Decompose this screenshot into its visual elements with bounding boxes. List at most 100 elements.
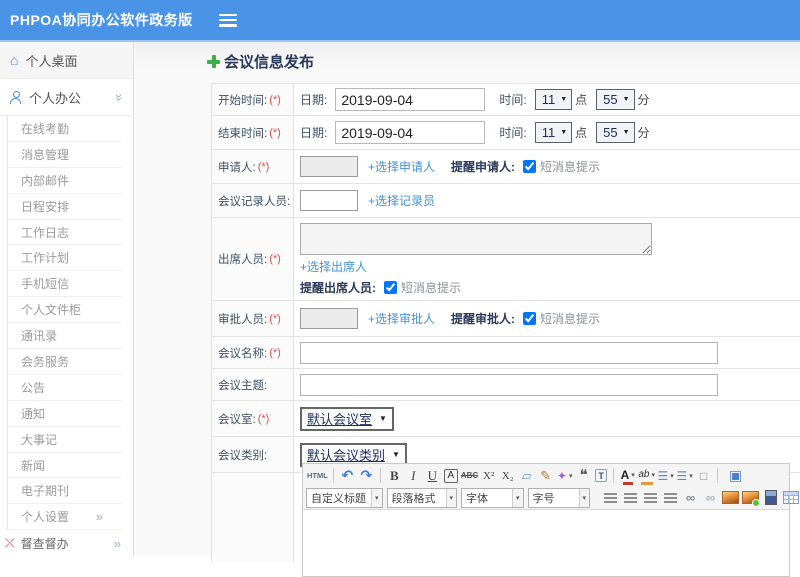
choose-attendees-link[interactable]: +选择出席人 [300,258,367,275]
caret-down-icon: ▼ [560,96,568,103]
end-hour-select[interactable]: 11 ▼ [534,122,573,143]
align-right-icon[interactable] [641,488,660,508]
time-label: 时间: [499,126,527,140]
form-row-content-editor: HTML↶↷BIUAABCX²X₂▱✎✦❝TAab☰☰□▣ 自定义标题 ▾ 段落… [212,462,800,577]
undo-icon[interactable]: ↶ [338,466,357,486]
form-row-applicant: 申请人: (*) +选择申请人 提醒申请人: 短消息提示 [212,150,800,184]
choose-recorder-link[interactable]: +选择记录员 [368,192,435,209]
meeting-form: 开始时间:(*) 日期: 时间: 11▼ 点 55▼ 分 结束时间:(*) [211,83,800,577]
ordered-list-icon[interactable]: ☰ [656,466,675,486]
attendees-textarea[interactable] [300,223,652,255]
sidebar-subitem[interactable]: 手机短信 [8,271,121,298]
auto-typeset-icon[interactable]: ✦ [555,466,574,486]
blockquote-icon[interactable]: ❝ [574,466,593,486]
font-size-select[interactable]: 字号 ▾ [527,487,591,508]
superscript-icon[interactable]: X² [479,466,498,486]
rich-text-editor: HTML↶↷BIUAABCX²X₂▱✎✦❝TAab☰☰□▣ 自定义标题 ▾ 段落… [302,462,790,577]
paste-text-icon[interactable]: T [595,469,608,482]
unlink-icon[interactable]: ∞ [701,488,720,508]
start-date-input[interactable] [335,88,486,111]
sidebar-subitem[interactable]: 公告 [8,375,121,401]
end-date-input[interactable] [335,121,486,144]
form-row-end-time: 结束时间:(*) 日期: 时间: 11▼ 点 55▼ 分 [212,116,800,150]
meeting-name-input[interactable] [300,341,718,364]
applicant-input[interactable] [300,156,358,177]
bold-icon[interactable]: B [385,466,404,486]
form-row-attendees: 出席人员: (*) +选择出席人 提醒出席人员: 短消息提示 [212,218,800,301]
sidebar: ⌂ 个人桌面 个人办公 » 在线考勤 消息管理 内部邮件 日程安排 工作日志 工… [0,42,134,556]
sidebar-subitem[interactable]: 通讯录 [8,323,121,350]
unordered-list-icon[interactable]: ☰ [675,466,694,486]
media-icon[interactable] [761,488,780,508]
date-label: 日期: [300,126,328,140]
form-row-recorder: 会议记录人员:(*) +选择记录员 [212,184,800,218]
sms-hint-label: 短消息提示 [401,281,462,295]
meeting-room-select[interactable]: 默认会议室 ▼ [300,406,394,431]
image-upload-icon[interactable] [741,488,761,508]
font-color-icon[interactable]: A [618,465,638,486]
underline-icon[interactable]: U [423,466,442,486]
sidebar-subitem[interactable]: 消息管理 [8,142,121,168]
choose-applicant-link[interactable]: +选择申请人 [368,158,435,175]
sidebar-subitem[interactable]: 通知 [8,401,121,427]
caret-down-icon: ▼ [560,129,568,136]
remind-approver-label: 提醒审批人: [451,312,516,326]
sidebar-subitem[interactable]: 日程安排 [8,194,121,220]
end-minute-select[interactable]: 55 ▼ [596,122,635,143]
attendees-sms-checkbox[interactable] [384,281,397,294]
app-title: PHPOA协同办公软件政务版 [10,12,193,28]
align-left-icon[interactable] [601,488,620,508]
sidebar-subitem[interactable]: 工作计划 [8,245,121,272]
link-icon[interactable]: ∞ [681,488,700,508]
sidebar-subitem[interactable]: 会务服务 [8,349,121,375]
align-center-icon[interactable] [621,488,640,508]
start-hour-select[interactable]: 11 ▼ [534,89,573,110]
strikethrough-icon[interactable]: ABC [460,466,479,486]
align-justify-icon[interactable] [661,488,680,508]
shuffle-icon: ⤬ [5,535,15,550]
sms-hint-label: 短消息提示 [540,312,601,326]
sidebar-item-supervision[interactable]: ⤬ 督查督办 » [0,530,133,556]
font-border-icon[interactable]: A [443,468,458,483]
redo-icon[interactable]: ↷ [357,466,376,486]
home-icon: ⌂ [10,52,19,68]
caret-down-icon: ▾ [512,488,523,507]
approver-sms-checkbox[interactable] [523,312,537,325]
meeting-subject-input[interactable] [300,373,718,396]
sidebar-item-personal-desktop[interactable]: ⌂ 个人桌面 [0,42,133,79]
editor-content-area[interactable] [303,509,789,576]
paragraph-format-select[interactable]: 段落格式 ▾ [386,487,458,508]
font-family-select[interactable]: 字体 ▾ [461,487,524,508]
highlight-color-icon[interactable]: ab [637,465,657,486]
html-source-icon[interactable]: HTML [306,466,329,486]
new-page-icon[interactable]: □ [694,466,713,486]
sidebar-subitem[interactable]: 新闻 [8,453,121,479]
sidebar-subitem[interactable]: 工作日志 [8,220,121,246]
preview-icon[interactable]: ▣ [726,466,745,486]
page-title: 会议信息发布 [207,51,314,72]
start-minute-select[interactable]: 55 ▼ [596,89,635,110]
user-icon [10,90,22,104]
subscript-icon[interactable]: X₂ [498,466,517,486]
form-row-meeting-room: 会议室: (*) 默认会议室 ▼ [212,401,800,437]
format-brush-icon[interactable]: ✎ [536,466,555,486]
approver-input[interactable] [300,308,358,329]
eraser-icon[interactable]: ▱ [517,466,536,486]
custom-title-select[interactable]: 自定义标题 ▾ [306,487,383,508]
sidebar-subitem[interactable]: 大事记 [8,427,121,453]
sidebar-subitem[interactable]: 个人文件柜 [8,297,121,324]
hamburger-menu-icon[interactable] [218,13,237,27]
choose-approver-link[interactable]: +选择审批人 [368,310,435,327]
sms-hint-label: 短消息提示 [540,160,601,174]
sidebar-subitem[interactable]: 在线考勤 [8,116,121,142]
applicant-sms-checkbox[interactable] [523,160,537,173]
table-icon[interactable] [781,488,800,508]
italic-icon[interactable]: I [404,466,423,486]
recorder-input[interactable] [300,190,358,211]
sidebar-item-personal-office[interactable]: 个人办公 » [0,79,133,116]
caret-down-icon: ▼ [622,96,630,103]
sidebar-subitem[interactable]: 内部邮件 [8,168,121,194]
image-icon[interactable] [721,488,740,508]
sidebar-item-personal-settings[interactable]: 个人设置 » [8,504,121,531]
sidebar-subitem[interactable]: 电子期刊 [8,478,121,505]
